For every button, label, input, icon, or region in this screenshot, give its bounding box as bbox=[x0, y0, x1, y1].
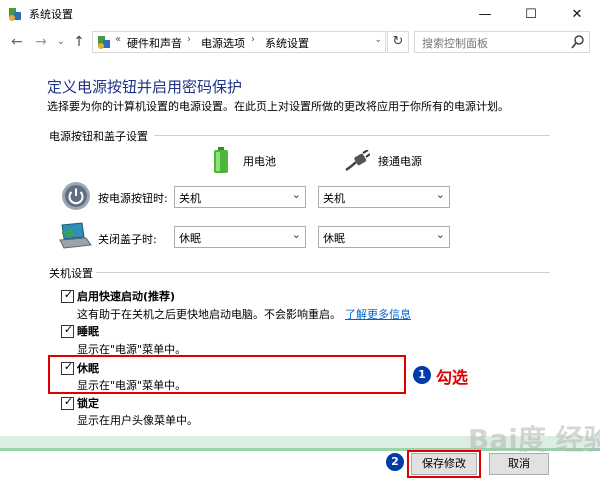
address-bar[interactable]: « 硬件和声音 › 电源选项 › 系统设置 ⌄ bbox=[92, 31, 386, 53]
chevron-down-icon: ⌄ bbox=[435, 188, 445, 201]
power-button-plugged-select[interactable]: 关机 ⌄ bbox=[318, 186, 450, 208]
breadcrumb-system-settings[interactable]: 系统设置 bbox=[265, 35, 309, 51]
search-placeholder: 搜索控制面板 bbox=[422, 37, 488, 50]
step-1-badge: 1 bbox=[413, 366, 431, 384]
power-plug-icon bbox=[345, 150, 370, 172]
recent-locations-chevron-icon[interactable]: ⌄ bbox=[52, 32, 70, 52]
lock-description: 显示在用户头像菜单中。 bbox=[77, 414, 198, 427]
chevron-down-icon: ⌄ bbox=[435, 228, 445, 241]
shutdown-section-title: 关机设置 bbox=[49, 267, 93, 280]
breadcrumb-hardware-sound[interactable]: 硬件和声音 bbox=[127, 35, 182, 51]
page-description: 选择要为你的计算机设置的电源设置。在此页上对设置所做的更改将应用于你所有的电源计… bbox=[47, 100, 509, 113]
hibernate-label[interactable]: 休眠 bbox=[77, 360, 99, 376]
battery-icon bbox=[214, 147, 228, 173]
hibernate-checkbox[interactable]: ✓ bbox=[61, 360, 74, 375]
power-button-label: 按电源按钮时: bbox=[98, 192, 168, 205]
address-dropdown-icon[interactable]: ⌄ bbox=[374, 35, 382, 45]
select-value: 关机 bbox=[323, 192, 345, 205]
select-value: 休眠 bbox=[179, 232, 201, 245]
select-value: 关机 bbox=[179, 192, 201, 205]
control-panel-icon bbox=[98, 36, 110, 49]
breadcrumb-overflow[interactable]: « bbox=[115, 34, 121, 45]
laptop-lid-icon bbox=[59, 222, 92, 249]
lock-label[interactable]: 锁定 bbox=[77, 395, 99, 411]
power-button-battery-select[interactable]: 关机 ⌄ bbox=[174, 186, 306, 208]
navigation-bar: ← → ⌄ ↑ « 硬件和声音 › 电源选项 › 系统设置 ⌄ ↻ 搜索控制面板 bbox=[0, 28, 600, 56]
check-icon: ✓ bbox=[63, 360, 74, 373]
maximize-button[interactable]: ☐ bbox=[508, 0, 554, 28]
chevron-down-icon: ⌄ bbox=[291, 188, 301, 201]
fast-startup-label[interactable]: 启用快速启动(推荐) bbox=[77, 288, 175, 304]
search-icon[interactable] bbox=[571, 34, 585, 50]
step-1-annotation: 勾选 bbox=[436, 368, 469, 387]
sleep-checkbox[interactable]: ✓ bbox=[61, 323, 74, 338]
chevron-down-icon: ⌄ bbox=[291, 228, 301, 241]
control-panel-icon bbox=[9, 8, 21, 21]
window-title: 系统设置 bbox=[29, 8, 73, 21]
lid-close-battery-select[interactable]: 休眠 ⌄ bbox=[174, 226, 306, 248]
power-section-title: 电源按钮和盖子设置 bbox=[49, 130, 148, 143]
close-button[interactable]: ✕ bbox=[554, 0, 600, 28]
lid-close-plugged-select[interactable]: 休眠 ⌄ bbox=[318, 226, 450, 248]
learn-more-link[interactable]: 了解更多信息 bbox=[345, 308, 411, 321]
check-icon: ✓ bbox=[63, 323, 74, 336]
save-changes-button[interactable]: 保存修改 bbox=[411, 453, 477, 475]
lock-checkbox[interactable]: ✓ bbox=[61, 395, 74, 410]
watermark: Bai度 经验 bbox=[468, 423, 600, 456]
column-plugged-label: 接通电源 bbox=[378, 155, 422, 168]
sleep-label[interactable]: 睡眠 bbox=[77, 323, 99, 339]
section-divider bbox=[154, 135, 550, 136]
step-2-badge: 2 bbox=[386, 453, 404, 471]
check-icon: ✓ bbox=[63, 288, 74, 301]
power-button-icon bbox=[62, 182, 90, 210]
fast-startup-description: 这有助于在关机之后更快地启动电脑。不会影响重启。 了解更多信息 bbox=[77, 306, 411, 322]
fast-startup-checkbox[interactable]: ✓ bbox=[61, 288, 74, 303]
fast-startup-desc-text: 这有助于在关机之后更快地启动电脑。不会影响重启。 bbox=[77, 308, 341, 321]
back-arrow-icon[interactable]: ← bbox=[8, 32, 26, 52]
page-title: 定义电源按钮并启用密码保护 bbox=[47, 78, 243, 96]
check-icon: ✓ bbox=[63, 395, 74, 408]
title-bar: 系统设置 — ☐ ✕ bbox=[0, 0, 600, 28]
cancel-button[interactable]: 取消 bbox=[489, 453, 549, 475]
forward-arrow-icon[interactable]: → bbox=[32, 32, 50, 52]
minimize-button[interactable]: — bbox=[462, 0, 508, 28]
refresh-icon[interactable]: ↻ bbox=[387, 31, 409, 53]
hibernate-description: 显示在"电源"菜单中。 bbox=[77, 379, 187, 392]
search-input[interactable]: 搜索控制面板 bbox=[414, 31, 590, 53]
up-arrow-icon[interactable]: ↑ bbox=[70, 32, 88, 52]
breadcrumb-separator[interactable]: › bbox=[251, 34, 255, 45]
lid-close-label: 关闭盖子时: bbox=[98, 233, 157, 246]
column-battery-label: 用电池 bbox=[243, 155, 276, 168]
section-divider bbox=[96, 272, 550, 273]
breadcrumb-power-options[interactable]: 电源选项 bbox=[201, 35, 245, 51]
select-value: 休眠 bbox=[323, 232, 345, 245]
breadcrumb-separator[interactable]: › bbox=[187, 34, 191, 45]
